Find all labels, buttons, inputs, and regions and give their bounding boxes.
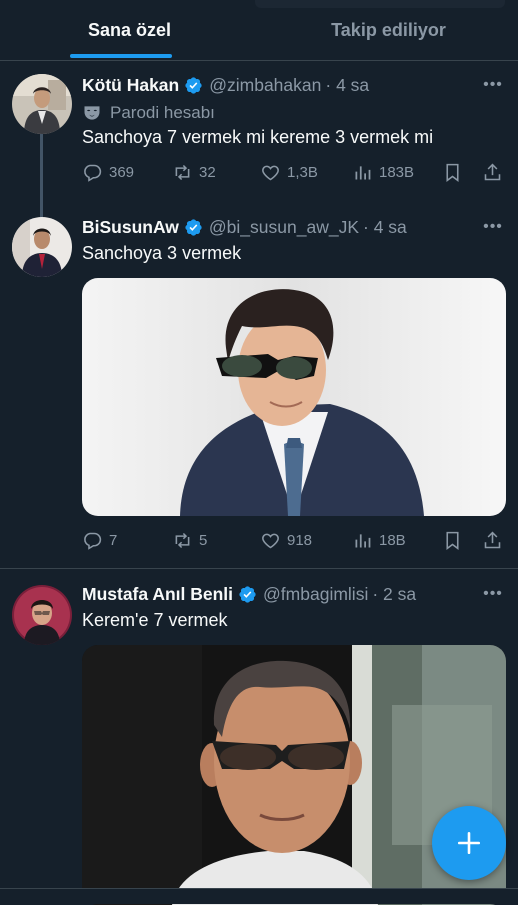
parody-mask-icon [84,106,100,120]
verified-badge-icon [185,218,202,236]
reply-icon [84,164,102,182]
views-button[interactable]: 183B [352,159,414,185]
timestamp[interactable]: · 2 sa [372,584,416,605]
tweet-header: Mustafa Anıl Benli @fmbagimlisi · 2 sa [82,582,416,606]
views-button[interactable]: 18B [352,527,406,553]
tab-following[interactable]: Takip ediliyor [259,0,518,60]
like-icon [262,533,279,548]
verified-badge-icon [239,585,256,603]
tab-for-you[interactable]: Sana özel [0,0,259,60]
more-icon[interactable]: ••• [482,216,504,238]
tweet-image[interactable] [82,278,506,516]
bottom-navigation-edge [0,888,518,904]
parody-text: Parodi hesabı [110,103,215,122]
reply-button[interactable]: 7 [82,527,117,553]
avatar[interactable] [12,74,72,134]
retweet-icon [175,164,190,180]
tweet-header: Kötü Hakan @zimbahakan · 4 sa [82,73,369,97]
retweet-count: 5 [199,531,208,549]
views-count: 183B [379,163,415,181]
bookmark-button[interactable] [442,527,469,553]
action-bar: 369 32 1,3B 183B [82,159,506,185]
more-icon[interactable]: ••• [482,74,504,96]
active-tab-indicator [70,54,172,58]
reply-count: 7 [109,531,118,549]
tweet-2[interactable]: BiSusunAw @bi_susun_aw_JK · 4 sa ••• San… [0,201,518,568]
more-icon[interactable]: ••• [482,583,504,605]
avatar[interactable] [12,217,72,277]
retweet-button[interactable]: 5 [172,527,207,553]
timestamp[interactable]: · 4 sa [325,75,369,96]
like-icon [262,165,279,180]
reply-icon [84,532,102,550]
tweet-text: Sanchoya 3 vermek [82,243,242,263]
like-count: 918 [287,531,313,549]
verified-badge-icon [185,76,202,94]
like-button[interactable]: 918 [260,527,312,553]
timestamp[interactable]: · 4 sa [363,217,407,238]
retweet-icon [175,532,190,548]
display-name[interactable]: Mustafa Anıl Benli [82,584,233,605]
tweet-1[interactable]: Kötü Hakan @zimbahakan · 4 sa ••• Parodi… [0,61,518,273]
bookmark-icon [446,163,459,182]
top-tab-bar: Sana özel Takip ediliyor [0,0,518,61]
like-button[interactable]: 1,3B [260,159,318,185]
reply-button[interactable]: 369 [82,159,134,185]
share-button[interactable] [482,159,509,185]
reply-count: 369 [109,163,135,181]
retweet-button[interactable]: 32 [172,159,216,185]
views-icon [355,165,371,179]
tweet-text: Sanchoya 7 vermek mi kereme 3 vermek mi [82,127,434,147]
bookmark-button[interactable] [442,159,469,185]
retweet-count: 32 [199,163,216,181]
like-count: 1,3B [287,163,318,181]
display-name[interactable]: BiSusunAw [82,217,179,238]
views-count: 18B [379,531,406,549]
compose-plus-icon [457,831,481,855]
action-bar: 7 5 918 18B [82,527,506,553]
handle[interactable]: @bi_susun_aw_JK [209,217,359,238]
tweet-header: BiSusunAw @bi_susun_aw_JK · 4 sa [82,215,407,239]
tweet-text: Kerem'e 7 vermek [82,610,228,630]
handle[interactable]: @fmbagimlisi [263,584,368,605]
views-icon [355,533,371,547]
display-name[interactable]: Kötü Hakan [82,75,179,96]
parody-label: Parodi hesabı [82,101,215,125]
handle[interactable]: @zimbahakan [209,75,321,96]
avatar[interactable] [12,585,72,645]
share-button[interactable] [482,527,509,553]
bookmark-icon [446,531,459,550]
compose-button[interactable] [432,806,506,880]
share-icon [484,531,501,548]
share-icon [484,163,501,180]
